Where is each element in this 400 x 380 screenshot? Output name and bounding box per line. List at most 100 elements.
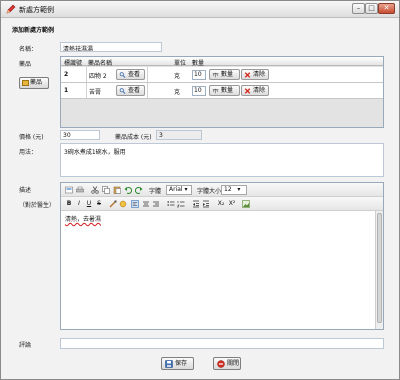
- qty-button[interactable]: 數量: [209, 85, 240, 96]
- magnifier-icon: [119, 88, 126, 94]
- bold-icon[interactable]: B: [65, 200, 73, 208]
- numbered-list-icon[interactable]: [177, 200, 185, 208]
- save-button[interactable]: 保存: [161, 357, 194, 370]
- qty-input[interactable]: 10: [192, 70, 206, 80]
- qty-button-label: 數量: [221, 71, 234, 78]
- herbs-grid: 標識號 藥品名稱 單位 數量 2 四物 2 查看 克 10 數量 清除 1 苦膏…: [60, 56, 384, 128]
- view-button[interactable]: 查看: [116, 85, 145, 96]
- minimize-button[interactable]: –: [352, 3, 365, 14]
- pen-icon: [6, 4, 16, 14]
- description-label: 描述: [19, 187, 32, 194]
- subscript-icon[interactable]: X₂: [216, 200, 226, 208]
- floppy-disk-icon: [165, 360, 173, 368]
- row-id: 1: [64, 87, 69, 94]
- save-button-label: 保存: [175, 360, 188, 367]
- editor-scrollbar[interactable]: [375, 211, 383, 329]
- herb-box-icon: [22, 80, 29, 86]
- window-title: 新處方範例: [19, 6, 54, 14]
- clear-button-label: 清除: [253, 71, 266, 78]
- row-herb-name: 四物 2: [89, 73, 107, 80]
- chevron-down-icon: ▾: [184, 186, 188, 193]
- herb-cost-field: 3: [156, 130, 202, 140]
- highlight-icon[interactable]: [119, 200, 127, 208]
- qty-button-label: 數量: [221, 87, 234, 94]
- red-x-icon: [244, 72, 251, 78]
- paste-icon[interactable]: [113, 186, 121, 194]
- price-field[interactable]: 30: [60, 130, 100, 140]
- font-size-label: 字體大小: [197, 188, 222, 195]
- scale-icon: [212, 72, 219, 78]
- view-button-label: 查看: [128, 87, 141, 94]
- redo-icon[interactable]: [135, 186, 143, 194]
- dialog-window: 新處方範例 – □ ✕ 添加新處方範例 名稱： 清熱祛濕湯 藥品 藥品 標識號 …: [0, 0, 400, 380]
- add-herb-button[interactable]: 藥品: [19, 77, 49, 89]
- usage-textarea[interactable]: 3碗水煮成1碗水，服用: [60, 143, 384, 177]
- scale-icon: [212, 88, 219, 94]
- row-herb-name: 苦膏: [89, 89, 102, 96]
- font-select[interactable]: Arial ▾: [166, 185, 192, 195]
- row-unit: 克: [174, 73, 181, 80]
- superscript-icon[interactable]: X²: [227, 200, 237, 208]
- row-unit: 克: [174, 89, 181, 96]
- strikethrough-icon[interactable]: S: [95, 200, 103, 208]
- maximize-button[interactable]: □: [365, 3, 378, 14]
- bulleted-list-icon[interactable]: [167, 200, 175, 208]
- clear-button[interactable]: 清除: [241, 85, 269, 96]
- copy-icon[interactable]: [102, 186, 110, 194]
- clear-button-label: 清除: [253, 87, 266, 94]
- doctor-note-label: （對於醫生）: [19, 202, 56, 209]
- col-id: 標識號: [64, 60, 83, 67]
- col-herb-name: 藥品名稱: [88, 60, 113, 67]
- font-value: Arial: [169, 186, 183, 193]
- outdent-icon[interactable]: [192, 200, 200, 208]
- section-title: 添加新處方範例: [12, 27, 55, 34]
- close-window-button[interactable]: ✕: [378, 3, 395, 14]
- usage-label: 用法：: [19, 149, 38, 156]
- col-unit: 單位: [174, 60, 187, 67]
- print-icon[interactable]: [76, 186, 84, 194]
- scrollbar-thumb[interactable]: [377, 213, 382, 323]
- name-field[interactable]: 清熱祛濕湯: [60, 42, 162, 52]
- align-center-icon[interactable]: [142, 200, 150, 208]
- underline-icon[interactable]: U: [85, 200, 93, 208]
- herbs-label: 藥品: [19, 61, 32, 68]
- align-left-icon[interactable]: [131, 200, 139, 208]
- qty-input[interactable]: 10: [192, 86, 206, 96]
- price-label: 價格 (元): [19, 134, 44, 141]
- chevron-down-icon: ▾: [237, 186, 241, 193]
- add-herb-button-label: 藥品: [30, 79, 43, 86]
- indent-icon[interactable]: [202, 200, 210, 208]
- editor-toolbar-format: B I U S X₂ X²: [61, 197, 383, 211]
- align-right-icon[interactable]: [152, 200, 160, 208]
- description-editor[interactable]: 字體 Arial ▾ 字體大小 12 ▾ B I U S X₂ X² 清熱，去暑…: [60, 182, 384, 330]
- editor-toolbar-top: 字體 Arial ▾ 字體大小 12 ▾: [61, 183, 383, 197]
- red-x-icon: [244, 88, 251, 94]
- stop-icon: [217, 360, 225, 368]
- magnifier-icon: [119, 72, 126, 78]
- undo-icon[interactable]: [124, 186, 132, 194]
- row-id: 2: [64, 71, 69, 78]
- table-row[interactable]: 1 苦膏 查看 克 10 數量 清除: [61, 83, 383, 99]
- title-bar[interactable]: 新處方範例 – □ ✕: [1, 1, 399, 18]
- view-button-label: 查看: [128, 71, 141, 78]
- comment-label: 評論: [19, 342, 32, 349]
- clear-button[interactable]: 清除: [241, 69, 269, 80]
- description-content: 清熱，去暑濕: [65, 216, 102, 223]
- qty-button[interactable]: 數量: [209, 69, 240, 80]
- italic-icon[interactable]: I: [75, 200, 83, 208]
- close-button[interactable]: 關閉: [213, 357, 241, 370]
- table-row[interactable]: 2 四物 2 查看 克 10 數量 清除: [61, 67, 383, 83]
- insert-image-icon[interactable]: [242, 200, 250, 208]
- cut-icon[interactable]: [91, 186, 99, 194]
- preview-icon[interactable]: [65, 186, 73, 194]
- view-button[interactable]: 查看: [116, 69, 145, 80]
- font-size-value: 12: [224, 186, 232, 193]
- herb-cost-label: 藥品成本 (元): [115, 134, 152, 141]
- font-label: 字體: [149, 188, 162, 195]
- col-qty: 數量: [192, 60, 205, 67]
- close-button-label: 關閉: [227, 360, 240, 367]
- grid-header: 標識號 藥品名稱 單位 數量: [61, 57, 383, 67]
- font-size-select[interactable]: 12 ▾: [221, 185, 247, 195]
- brush-icon[interactable]: [109, 200, 117, 208]
- comment-field[interactable]: [60, 338, 384, 349]
